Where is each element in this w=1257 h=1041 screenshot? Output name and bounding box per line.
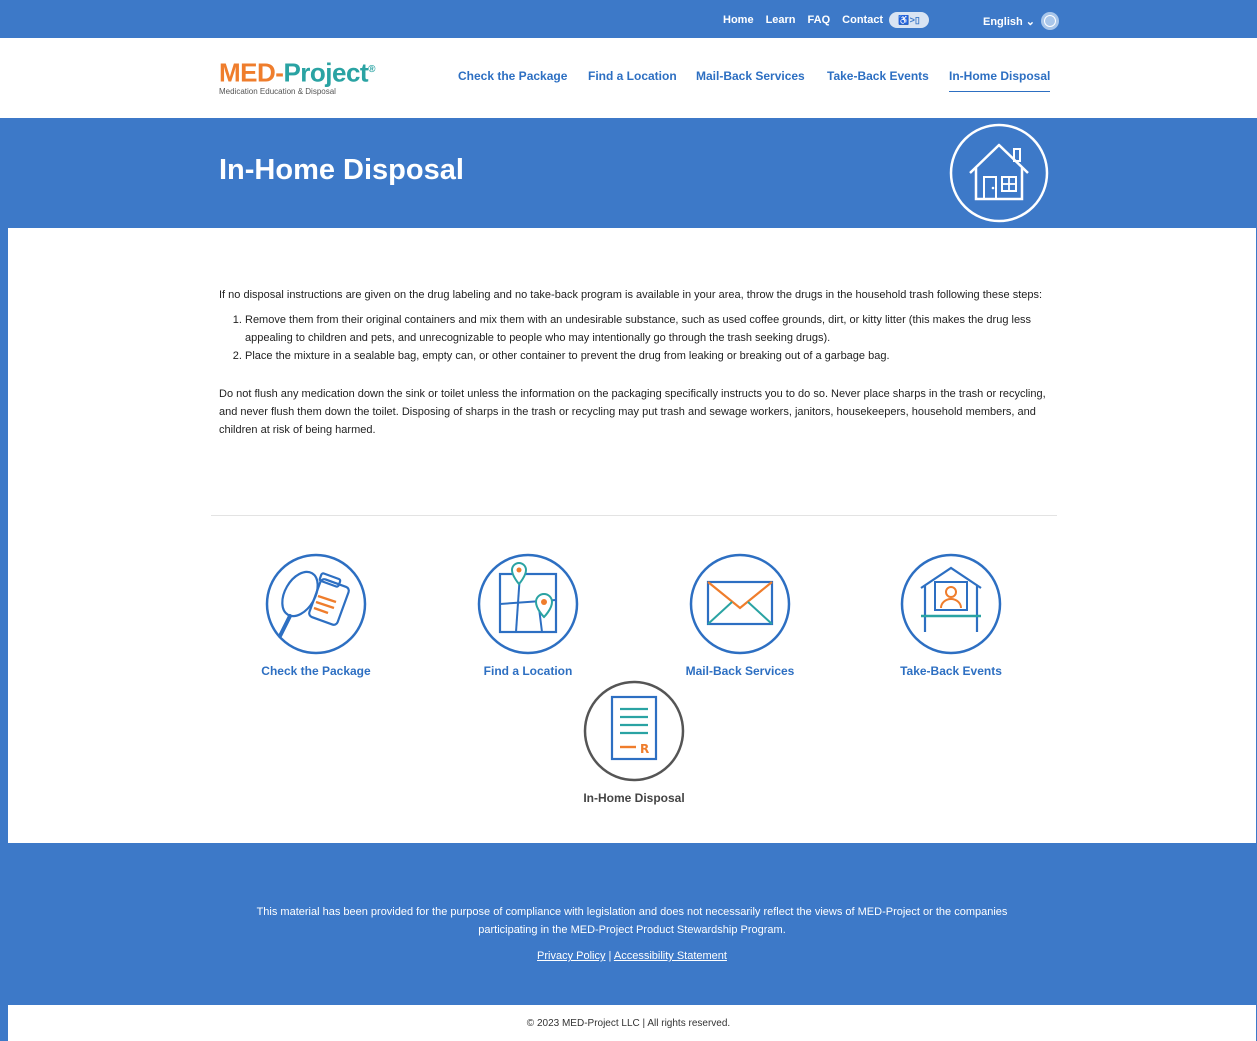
accessibility-toggle-icon[interactable]: ♿>▯ bbox=[889, 12, 930, 28]
footer-disclaimer: This material has been provided for the … bbox=[256, 906, 1008, 936]
nav-take-back-events[interactable]: Take-Back Events bbox=[827, 69, 929, 83]
tile-label: Take-Back Events bbox=[900, 664, 1002, 678]
list-item: Place the mixture in a sealable bag, emp… bbox=[245, 347, 1049, 365]
svg-text:R: R bbox=[640, 742, 649, 756]
footer-separator: | bbox=[608, 950, 612, 962]
copyright: © 2023 MED-Project LLC | All rights rese… bbox=[526, 1018, 731, 1029]
intro-paragraph: If no disposal instructions are given on… bbox=[219, 289, 1043, 301]
list-item: Remove them from their original containe… bbox=[245, 311, 1049, 347]
map-pin-icon bbox=[477, 553, 579, 655]
divider bbox=[211, 515, 1057, 516]
tile-label: In-Home Disposal bbox=[583, 791, 685, 805]
tile-label: Find a Location bbox=[483, 664, 573, 678]
nav-mail-back-services[interactable]: Mail-Back Services bbox=[696, 69, 805, 83]
accessibility-statement-link[interactable]: Accessibility Statement bbox=[614, 950, 727, 962]
contact-link[interactable]: Contact bbox=[842, 14, 883, 26]
envelope-icon bbox=[689, 553, 791, 655]
warning-paragraph: Do not flush any medication down the sin… bbox=[219, 388, 1046, 436]
logo[interactable]: MED-Project® Medication Education & Disp… bbox=[219, 56, 375, 96]
faq-link[interactable]: FAQ bbox=[808, 14, 831, 26]
footer-links: Privacy Policy | Accessibility Statement bbox=[8, 950, 1256, 962]
utility-links: Home Learn FAQ Contact ♿>▯ bbox=[723, 12, 941, 28]
tile-take-back-events[interactable]: Take-Back Events bbox=[851, 552, 1051, 678]
tile-check-the-package[interactable]: Check the Package bbox=[216, 552, 416, 678]
page-title: In-Home Disposal bbox=[219, 154, 464, 186]
globe-icon bbox=[1041, 12, 1059, 30]
main-content: If no disposal instructions are given on… bbox=[219, 286, 1049, 439]
prescription-document-icon: R bbox=[583, 680, 685, 782]
logo-wordmark: MED-Project® bbox=[219, 57, 375, 88]
tile-mail-back-services[interactable]: Mail-Back Services bbox=[640, 552, 840, 678]
tile-label: Mail-Back Services bbox=[685, 664, 795, 678]
nav-check-the-package[interactable]: Check the Package bbox=[458, 69, 567, 83]
magnifier-pill-bottle-icon bbox=[265, 553, 367, 655]
privacy-policy-link[interactable]: Privacy Policy bbox=[537, 950, 605, 962]
language-selector[interactable]: English ⌄ bbox=[983, 12, 1059, 30]
tile-find-a-location[interactable]: Find a Location bbox=[428, 552, 628, 678]
house-icon bbox=[949, 123, 1049, 223]
language-label: English ⌄ bbox=[983, 15, 1035, 28]
logo-subtitle: Medication Education & Disposal bbox=[219, 86, 336, 96]
booth-person-icon bbox=[900, 553, 1002, 655]
tile-label: Check the Package bbox=[261, 664, 371, 678]
steps-list: Remove them from their original containe… bbox=[245, 311, 1049, 365]
utility-bar: Home Learn FAQ Contact ♿>▯ English ⌄ bbox=[0, 0, 1257, 38]
tile-in-home-disposal[interactable]: R In-Home Disposal bbox=[534, 679, 734, 805]
hero-banner: In-Home Disposal bbox=[8, 118, 1256, 228]
nav-in-home-disposal[interactable]: In-Home Disposal bbox=[949, 69, 1051, 92]
site-header: MED-Project® Medication Education & Disp… bbox=[0, 38, 1257, 118]
home-link[interactable]: Home bbox=[723, 14, 754, 26]
learn-link[interactable]: Learn bbox=[766, 14, 796, 26]
site-footer: This material has been provided for the … bbox=[8, 843, 1256, 1005]
nav-find-a-location[interactable]: Find a Location bbox=[588, 69, 677, 83]
